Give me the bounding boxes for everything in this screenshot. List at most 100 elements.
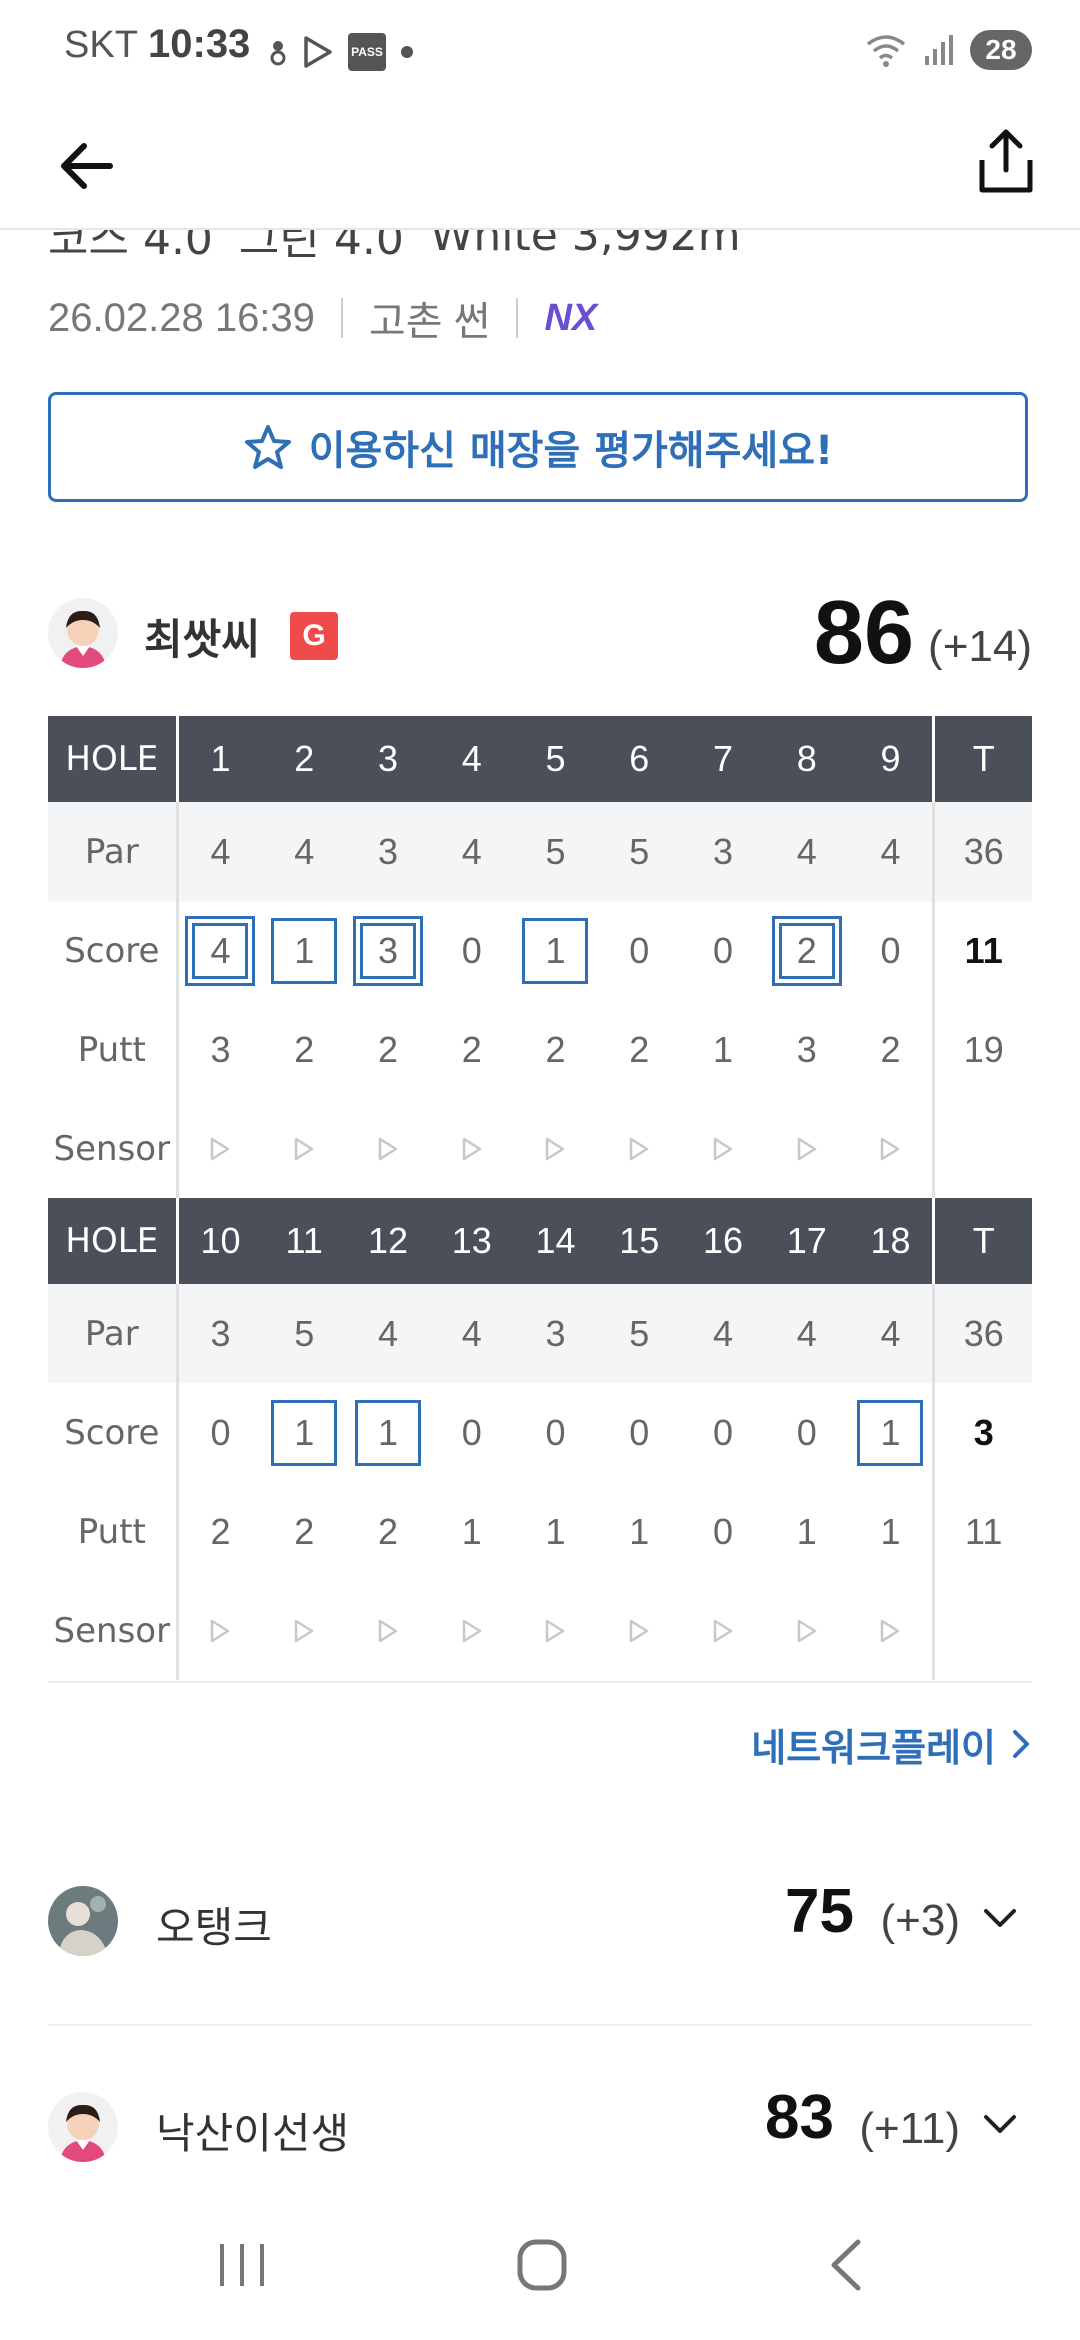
putt-value: 2 — [294, 1028, 315, 1070]
star-icon — [244, 425, 291, 469]
putt-value: 2 — [377, 1028, 398, 1070]
play-triangle-icon[interactable] — [293, 1618, 315, 1644]
play-triangle-icon[interactable] — [377, 1618, 399, 1644]
par-value: 3 — [545, 1312, 566, 1354]
avatar — [48, 598, 118, 668]
network-play-link[interactable]: 네트워크플레이 — [751, 1716, 1032, 1772]
putt-value: 2 — [294, 1510, 315, 1552]
front-nine-scorecard: HOLE 1 2 3 4 5 6 7 8 9 T Par 4 4 3 4 5 5 3 4 4 36 Score 4 1 3 0 1 0 0… — [48, 716, 1032, 1198]
table-row: Par 3 5 4 4 3 5 4 4 4 36 — [48, 1284, 1032, 1383]
putt-value: 0 — [712, 1510, 733, 1552]
play-triangle-icon[interactable] — [879, 1618, 901, 1644]
chevron-down-icon[interactable] — [980, 2104, 1020, 2144]
chevron-right-icon — [1013, 1730, 1029, 1758]
player-score-diff: (+11) — [859, 2104, 960, 2153]
home-icon[interactable] — [502, 2230, 582, 2300]
score-value: 0 — [796, 1411, 817, 1453]
back-arrow-icon[interactable] — [52, 130, 124, 202]
par-value: 3 — [210, 1312, 231, 1354]
par-value: 4 — [294, 830, 315, 872]
score-box-inner: 2 — [778, 922, 835, 979]
play-triangle-icon[interactable] — [628, 1618, 650, 1644]
score-value: 1 — [514, 901, 598, 1000]
avatar — [48, 2092, 118, 2162]
play-triangle-icon[interactable] — [293, 1136, 315, 1162]
score-value: 0 — [210, 1411, 231, 1453]
hole-number: 6 — [629, 738, 650, 779]
sensor-cell — [849, 1581, 933, 1680]
play-triangle-icon[interactable] — [377, 1136, 399, 1162]
putt-total: 11 — [932, 1482, 1032, 1581]
status-bar: SKT 10:33 PASS 28 — [0, 0, 1080, 100]
play-triangle-icon[interactable] — [461, 1618, 483, 1644]
play-triangle-icon[interactable] — [461, 1136, 483, 1162]
sensor-cell — [765, 1581, 849, 1680]
share-icon[interactable] — [968, 124, 1044, 200]
sensor-cell — [430, 1581, 514, 1680]
putt-value: 2 — [545, 1028, 566, 1070]
score-double-box: 3 — [352, 915, 423, 986]
par-value: 3 — [712, 830, 733, 872]
player-row[interactable]: 낙산이선생 83 (+11) — [48, 2082, 1032, 2192]
score-box-inner: 3 — [359, 922, 416, 979]
hole-number: 12 — [367, 1220, 408, 1261]
divider — [340, 298, 343, 338]
score-value: 4 — [179, 901, 263, 1000]
par-total: 36 — [932, 1284, 1032, 1383]
signal-icon — [925, 35, 953, 65]
putt-total: 19 — [932, 1000, 1032, 1099]
play-triangle-icon[interactable] — [544, 1136, 566, 1162]
play-triangle-icon[interactable] — [712, 1136, 734, 1162]
table-row: Score 4 1 3 0 1 0 0 2 0 11 — [48, 901, 1032, 1000]
par-total: 36 — [932, 802, 1032, 901]
sensor-cell — [514, 1581, 598, 1680]
carrier-label: SKT — [64, 24, 138, 66]
table-row: Sensor — [48, 1581, 1032, 1680]
score-value: 0 — [880, 929, 901, 971]
play-triangle-icon[interactable] — [544, 1618, 566, 1644]
hole-number: 2 — [294, 738, 315, 779]
score-double-box: 4 — [185, 915, 256, 986]
play-triangle-icon[interactable] — [209, 1136, 231, 1162]
play-store-icon — [304, 36, 332, 68]
sensor-cell — [681, 1581, 765, 1680]
score-value: 0 — [712, 929, 733, 971]
rate-store-button[interactable]: 이용하신 매장을 평가해주세요! — [48, 392, 1028, 502]
sensor-cell — [262, 1099, 346, 1198]
hole-number: 9 — [880, 738, 901, 779]
player-header: 최쌋씨 G 86 (+14) — [48, 583, 1032, 683]
play-triangle-icon[interactable] — [796, 1136, 818, 1162]
par-value: 4 — [880, 1312, 901, 1354]
back-nav-icon[interactable] — [806, 2230, 886, 2300]
play-triangle-icon[interactable] — [796, 1618, 818, 1644]
play-triangle-icon[interactable] — [712, 1618, 734, 1644]
sensor-cell — [681, 1099, 765, 1198]
play-triangle-icon[interactable] — [209, 1618, 231, 1644]
player-score-diff: (+3) — [880, 1896, 960, 1945]
sensor-cell — [597, 1581, 681, 1680]
avatar — [48, 1886, 118, 1956]
sensor-cell — [765, 1099, 849, 1198]
table-row: Score 0 1 1 0 0 0 0 0 1 3 — [48, 1383, 1032, 1482]
score-value: 1 — [346, 1383, 430, 1482]
row-label-sensor: Sensor — [48, 1099, 179, 1198]
hole-number: 7 — [712, 738, 733, 779]
player-row[interactable]: 오탱크 75 (+3) — [48, 1868, 1032, 1978]
row-label-putt: Putt — [48, 1482, 179, 1581]
battery-indicator: 28 — [970, 30, 1032, 70]
score-box-inner: 4 — [192, 922, 249, 979]
sensor-cell — [849, 1099, 933, 1198]
play-triangle-icon[interactable] — [879, 1136, 901, 1162]
sensor-cell — [262, 1581, 346, 1680]
divider — [516, 298, 519, 338]
row-label-putt: Putt — [48, 1000, 179, 1099]
chevron-down-icon[interactable] — [980, 1898, 1020, 1938]
sensor-cell — [179, 1581, 263, 1680]
play-triangle-icon[interactable] — [628, 1136, 650, 1162]
notification-dot-icon — [270, 41, 286, 66]
row-label-score: Score — [48, 1383, 179, 1482]
player-name: 최쌋씨 — [144, 615, 260, 664]
putt-value: 1 — [629, 1510, 650, 1552]
network-play-label: 네트워크플레이 — [751, 1725, 996, 1770]
recent-apps-icon[interactable] — [202, 2230, 282, 2300]
